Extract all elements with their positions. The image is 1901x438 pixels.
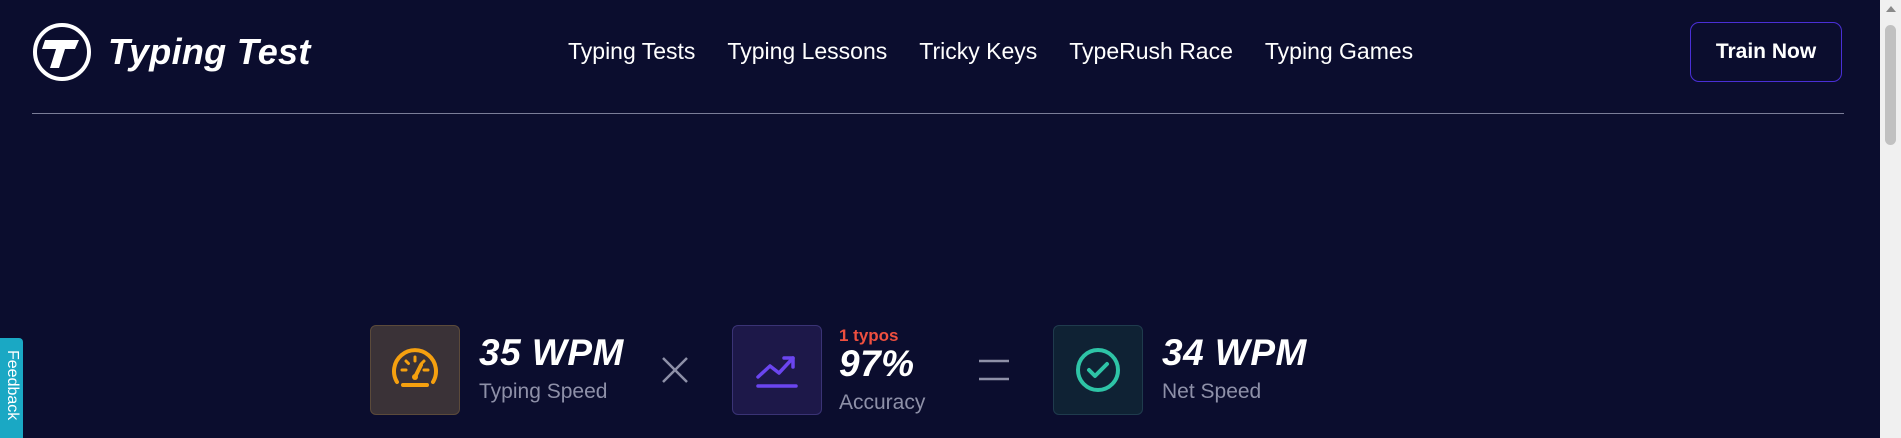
feedback-label: Feedback (4, 350, 21, 421)
net-speed-icon-box (1053, 325, 1143, 415)
logo-mark-icon (33, 23, 91, 81)
check-circle-icon (1076, 348, 1120, 392)
equals-icon (979, 359, 1009, 381)
accuracy-value: 97% (839, 343, 915, 384)
typing-speed-label: Typing Speed (479, 380, 608, 403)
scroll-up-arrow-icon[interactable] (1886, 6, 1896, 12)
nav-typing-lessons[interactable]: Typing Lessons (727, 38, 887, 65)
site-logo[interactable]: Typing Test (32, 22, 311, 82)
nav-typerush-race[interactable]: TypeRush Race (1069, 38, 1233, 65)
logo-text: Typing Test (108, 31, 311, 72)
scrollbar[interactable] (1880, 0, 1901, 438)
typing-speed-value: 35 WPM (479, 332, 624, 373)
nav-typing-games[interactable]: Typing Games (1265, 38, 1413, 65)
trend-up-icon (756, 356, 798, 388)
net-speed-label: Net Speed (1162, 380, 1262, 403)
multiply-icon (662, 357, 688, 383)
net-speed-value: 34 WPM (1162, 332, 1307, 373)
main-nav: Typing Tests Typing Lessons Tricky Keys … (568, 38, 1413, 65)
accuracy-label: Accuracy (839, 391, 926, 414)
speedometer-icon (392, 348, 438, 387)
nav-tricky-keys[interactable]: Tricky Keys (919, 38, 1037, 65)
nav-typing-tests[interactable]: Typing Tests (568, 38, 695, 65)
speed-icon-box (370, 325, 460, 415)
feedback-tab[interactable]: Feedback (0, 338, 23, 438)
header-divider (32, 113, 1844, 114)
scrollbar-thumb[interactable] (1885, 25, 1896, 145)
train-now-button[interactable]: Train Now (1690, 22, 1842, 82)
accuracy-icon-box (732, 325, 822, 415)
page: Typing Test Typing Tests Typing Lessons … (0, 0, 1880, 438)
